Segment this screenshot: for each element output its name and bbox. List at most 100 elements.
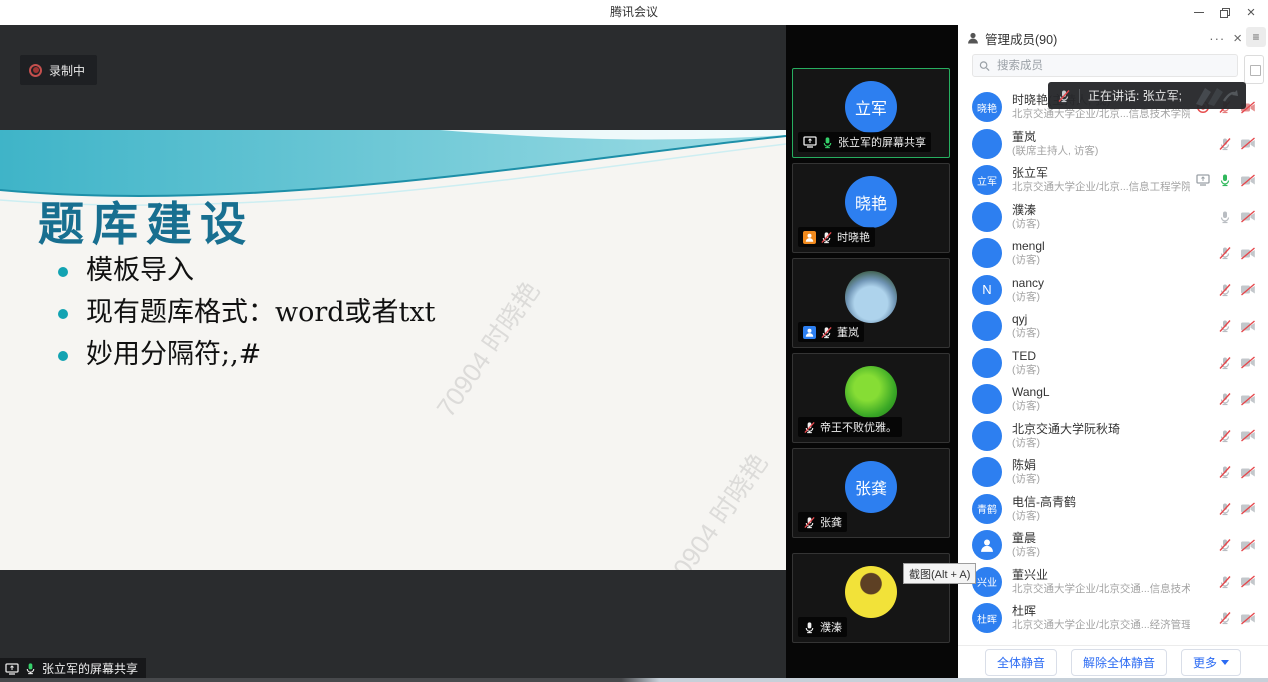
panel-more-button[interactable]: ··· <box>1209 31 1225 46</box>
unmute-all-button[interactable]: 解除全体静音 <box>1071 649 1167 676</box>
participant-avatar: 晓艳 <box>845 176 897 228</box>
member-avatar <box>972 202 1002 232</box>
camera-muted-icon[interactable] <box>1240 466 1256 479</box>
restore-button[interactable] <box>1212 0 1238 25</box>
member-list: 晓艳时晓艳(主持人, 我)北京交通大学企业/北京...信息技术学院董岚(联席主持… <box>958 89 1268 637</box>
window-controls: × <box>1186 0 1264 25</box>
mic-on-icon <box>821 136 834 149</box>
window-bottom-edge <box>0 678 1268 682</box>
mic-muted-icon[interactable] <box>1218 575 1232 589</box>
member-role: (访客) <box>1012 291 1190 304</box>
mic-muted-icon[interactable] <box>1218 137 1232 151</box>
video-tile[interactable]: 帝王不败优雅。 <box>792 353 950 443</box>
member-row[interactable]: 青鹤电信-高青鹤(访客) <box>958 491 1268 528</box>
video-tile[interactable]: 董岚 <box>792 258 950 348</box>
more-button[interactable]: 更多 <box>1181 649 1241 676</box>
camera-muted-icon[interactable] <box>1240 320 1256 333</box>
mute-all-button[interactable]: 全体静音 <box>985 649 1057 676</box>
member-row[interactable]: 兴业董兴业北京交通大学企业/北京交通...信息技术学院 <box>958 564 1268 601</box>
screenshot-tooltip: 截图(Alt + A) <box>903 563 976 584</box>
member-row[interactable]: 董岚(联席主持人, 访客) <box>958 126 1268 163</box>
camera-muted-icon[interactable] <box>1240 393 1256 406</box>
member-name: 董岚 <box>1012 130 1190 145</box>
member-row[interactable]: 北京交通大学阮秋琦(访客) <box>958 418 1268 455</box>
toast-divider <box>1079 89 1080 103</box>
member-row[interactable]: TED(访客) <box>958 345 1268 382</box>
member-search[interactable] <box>972 54 1238 77</box>
camera-muted-icon[interactable] <box>1240 210 1256 223</box>
member-name: TED <box>1012 349 1190 364</box>
slide-title: 题库建设 <box>38 188 254 254</box>
member-avatar: 晓艳 <box>972 92 1002 122</box>
member-row[interactable]: 立军张立军北京交通大学企业/北京...信息工程学院 <box>958 162 1268 199</box>
video-tile[interactable]: 立军张立军的屏幕共享 <box>792 68 950 158</box>
member-row[interactable]: qyj(访客) <box>958 308 1268 345</box>
search-input[interactable] <box>995 59 1231 73</box>
mic-muted-icon[interactable] <box>1218 356 1232 370</box>
screen-share-icon <box>5 663 19 675</box>
mic-muted-icon[interactable] <box>1218 465 1232 479</box>
mic-muted-icon <box>1057 89 1071 103</box>
mic-muted-icon[interactable] <box>1218 319 1232 333</box>
mic-muted-icon[interactable] <box>1218 611 1232 625</box>
meeting-window: 腾讯会议 × 录制中 <box>0 0 1268 682</box>
member-row[interactable]: mengl(访客) <box>958 235 1268 272</box>
member-row[interactable]: Nnancy(访客) <box>958 272 1268 309</box>
mic-muted-icon[interactable] <box>1218 246 1232 260</box>
camera-muted-icon[interactable] <box>1240 539 1256 552</box>
camera-muted-icon[interactable] <box>1240 429 1256 442</box>
mic-on-icon[interactable] <box>1218 173 1232 187</box>
camera-muted-icon[interactable] <box>1240 137 1256 150</box>
mic-muted-icon <box>803 516 816 529</box>
camera-muted-icon[interactable] <box>1240 174 1256 187</box>
mic-muted-icon[interactable] <box>1218 429 1232 443</box>
member-name: nancy <box>1012 276 1190 291</box>
member-role: (访客) <box>1012 546 1190 559</box>
slide-bullet: 模板导入 <box>52 256 435 286</box>
member-panel-header: 管理成员(90) ··· × ≡ <box>958 25 1268 51</box>
member-status-icons <box>1218 418 1256 455</box>
participant-name-badge: 濮溱 <box>798 617 847 637</box>
member-role: (访客) <box>1012 437 1190 450</box>
member-avatar: 青鹤 <box>972 494 1002 524</box>
member-role: 北京交通大学企业/北京交通...经济管理学院 <box>1012 619 1190 632</box>
mic-muted-icon[interactable] <box>1218 502 1232 516</box>
member-row[interactable]: 童晨(访客) <box>958 527 1268 564</box>
member-name: 北京交通大学阮秋琦 <box>1012 422 1190 437</box>
panel-close-button[interactable]: × <box>1233 30 1242 47</box>
member-row[interactable]: 杜晖杜晖北京交通大学企业/北京交通...经济管理学院 <box>958 600 1268 637</box>
member-row[interactable]: 陈娟(访客) <box>958 454 1268 491</box>
panel-menu-button[interactable]: ≡ <box>1246 27 1266 47</box>
member-row[interactable]: WangL(访客) <box>958 381 1268 418</box>
mic-muted-icon[interactable] <box>1218 538 1232 552</box>
camera-muted-icon[interactable] <box>1240 612 1256 625</box>
panel-side-button[interactable] <box>1244 55 1264 84</box>
video-tile[interactable]: 晓艳时晓艳 <box>792 163 950 253</box>
mic-muted-icon[interactable] <box>1218 283 1232 297</box>
member-status-icons <box>1196 162 1256 199</box>
shared-screen-view: 录制中 题库建设 模板导入 现有题库格式：wo <box>0 25 786 678</box>
camera-muted-icon[interactable] <box>1240 283 1256 296</box>
camera-muted-icon[interactable] <box>1240 356 1256 369</box>
member-avatar <box>972 457 1002 487</box>
member-role: 北京交通大学企业/北京...信息工程学院 <box>1012 181 1190 194</box>
window-title: 腾讯会议 <box>0 0 1268 25</box>
minimize-icon <box>1194 12 1204 13</box>
mic-on-icon[interactable] <box>1218 210 1232 224</box>
member-status-icons <box>1218 126 1256 163</box>
member-info: 童晨(访客) <box>1012 531 1190 559</box>
screen-share-label: 张立军的屏幕共享 <box>42 660 138 677</box>
recording-indicator: 录制中 <box>20 55 97 85</box>
member-row[interactable]: 濮溱(访客) <box>958 199 1268 236</box>
camera-muted-icon[interactable] <box>1240 247 1256 260</box>
camera-muted-icon[interactable] <box>1240 575 1256 588</box>
camera-muted-icon[interactable] <box>1240 502 1256 515</box>
close-button[interactable]: × <box>1238 0 1264 25</box>
members-icon <box>966 31 980 45</box>
mic-muted-icon[interactable] <box>1218 392 1232 406</box>
member-role: 北京交通大学企业/北京交通...信息技术学院 <box>1012 583 1190 596</box>
member-avatar <box>972 129 1002 159</box>
video-tile[interactable]: 张龚张龚 <box>792 448 950 538</box>
minimize-button[interactable] <box>1186 0 1212 25</box>
member-name: 杜晖 <box>1012 604 1190 619</box>
